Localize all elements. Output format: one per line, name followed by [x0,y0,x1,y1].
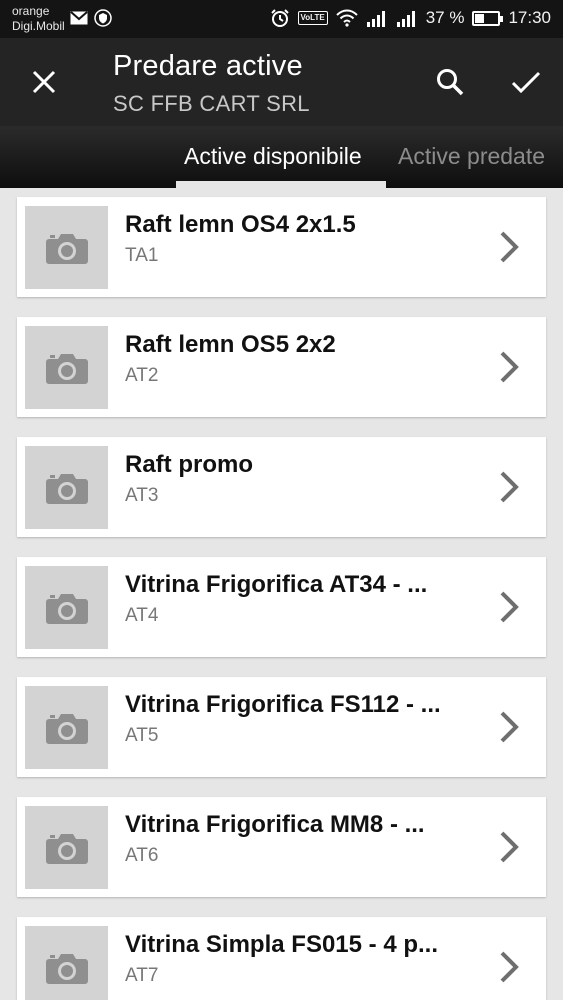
alarm-icon [270,9,289,27]
wifi-icon [335,9,358,27]
chevron-right-icon[interactable] [495,349,523,385]
asset-name: Vitrina Frigorifica FS112 - ... [125,691,441,718]
list-item[interactable]: Vitrina Frigorifica AT34 - ... AT4 [17,557,546,657]
notification-icons [70,9,112,27]
asset-code: AT7 [125,965,159,986]
asset-code: TA1 [125,245,159,266]
asset-list[interactable]: Raft lemn OS4 2x1.5 TA1 Raft lemn OS5 2x2 A… [0,188,563,1000]
page-subtitle: SC FFB CART SRL [113,91,310,116]
asset-name: Raft promo [125,451,253,478]
clock: 17:30 [508,8,551,27]
list-item[interactable]: Raft lemn OS5 2x2 AT2 [17,317,546,417]
camera-icon [45,713,88,744]
list-item[interactable]: Vitrina Simpla FS015 - 4 p... AT7 [17,917,546,1000]
asset-name: Raft lemn OS4 2x1.5 [125,211,356,238]
asset-thumbnail [25,446,108,529]
system-status: VoLTE 37 % 17:30 [270,8,551,28]
camera-icon [45,353,88,384]
asset-code: AT3 [125,485,159,506]
asset-name: Vitrina Simpla FS015 - 4 p... [125,931,438,958]
camera-icon [45,473,88,504]
asset-thumbnail [25,566,108,649]
chevron-right-icon[interactable] [495,949,523,985]
carrier-info: orange Digi.Mobil [12,4,65,34]
asset-thumbnail [25,326,108,409]
list-item[interactable]: Raft lemn OS4 2x1.5 TA1 [17,197,546,297]
carrier-name: orange [12,4,50,18]
asset-name: Raft lemn OS5 2x2 [125,331,336,358]
volte-badge: VoLTE [297,11,328,25]
chevron-right-icon[interactable] [495,469,523,505]
confirm-button[interactable] [502,60,550,104]
close-icon [32,70,56,94]
check-icon [511,71,541,94]
tab-bar: Active disponibile Active predate [0,126,563,188]
shield-icon [94,9,112,27]
camera-icon [45,953,88,984]
chevron-right-icon[interactable] [495,229,523,265]
camera-icon [45,833,88,864]
close-button[interactable] [22,60,66,104]
active-tab-indicator [176,181,386,188]
search-icon [437,69,464,96]
asset-thumbnail [25,926,108,1000]
asset-thumbnail [25,806,108,889]
signal-icon-secondary [396,11,415,27]
asset-code: AT4 [125,605,159,626]
asset-code: AT2 [125,365,159,386]
chevron-right-icon[interactable] [495,589,523,625]
page-title: Predare active [113,50,303,82]
camera-icon [45,233,88,264]
battery-fill [475,13,484,23]
tab-available-assets[interactable]: Active disponibile [184,143,362,170]
asset-code: AT5 [125,725,159,746]
asset-code: AT6 [125,845,159,866]
list-item[interactable]: Raft promo AT3 [17,437,546,537]
mail-icon [70,11,88,25]
carrier-secondary-name: Digi.Mobil [12,19,65,33]
asset-thumbnail [25,686,108,769]
app-bar: Predare active SC FFB CART SRL [0,38,563,126]
battery-icon [472,10,504,26]
asset-name: Vitrina Frigorifica AT34 - ... [125,571,428,598]
asset-name: Vitrina Frigorifica MM8 - ... [125,811,425,838]
list-item[interactable]: Vitrina Frigorifica FS112 - ... AT5 [17,677,546,777]
status-bar: orange Digi.Mobil VoLTE 37 % 17:30 [0,0,563,38]
camera-icon [45,593,88,624]
tab-delivered-assets[interactable]: Active predate [398,143,545,170]
chevron-right-icon[interactable] [495,709,523,745]
chevron-right-icon[interactable] [495,829,523,865]
battery-percent: 37 % [425,8,465,27]
list-item[interactable]: Vitrina Frigorifica MM8 - ... AT6 [17,797,546,897]
asset-thumbnail [25,206,108,289]
search-button[interactable] [426,60,474,104]
signal-icon [366,11,385,27]
